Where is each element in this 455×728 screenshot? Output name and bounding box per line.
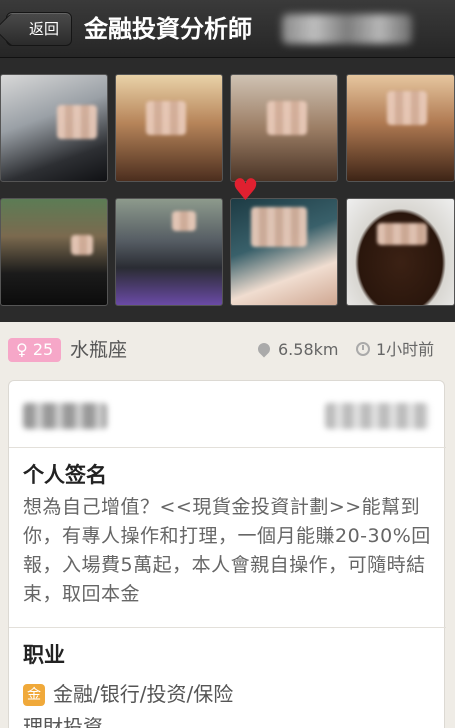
redacted-name-blur	[282, 14, 412, 44]
distance-info: 6.58km	[255, 338, 339, 362]
divider	[9, 627, 446, 628]
photo-thumbnail-4[interactable]	[346, 74, 455, 182]
photo-thumbnail-1[interactable]	[0, 74, 108, 182]
back-button-label: 返回	[28, 20, 59, 38]
redacted-id-blur	[23, 403, 107, 429]
divider	[9, 447, 446, 448]
photo-thumbnail-2[interactable]	[115, 74, 223, 182]
job-category: 金融/银行/投资/保险	[53, 682, 234, 706]
last-active-value: 1小时前	[376, 340, 435, 359]
heart-sticker-icon: ♥	[232, 173, 259, 208]
female-icon: ♀	[16, 340, 28, 359]
location-pin-icon	[255, 340, 273, 358]
profile-detail-card: 个人签名 想為自己增值？<<現貨金投資計劃>>能幫到你，有專人操作和打理，一個月…	[8, 380, 446, 728]
photo-gallery: ♥	[0, 58, 455, 322]
job-title: 理財投資	[23, 715, 103, 728]
photo-thumbnail-7[interactable]	[230, 198, 338, 306]
nav-bar: 返回 金融投資分析師	[0, 0, 455, 58]
job-category-icon: 金	[23, 684, 45, 706]
zodiac-sign: 水瓶座	[70, 339, 128, 361]
redacted-number-blur	[325, 403, 429, 429]
last-active-info: 1小时前	[356, 338, 434, 362]
back-button[interactable]: 返回	[6, 12, 72, 46]
profile-info-bar: ♀ 25 水瓶座 6.58km 1小时前	[0, 322, 455, 380]
gender-age-badge: ♀ 25	[8, 338, 62, 362]
signature-heading: 个人签名	[23, 463, 107, 487]
photo-thumbnail-6[interactable]	[115, 198, 223, 306]
signature-text: 想為自己增值？<<現貨金投資計劃>>能幫到你，有專人操作和打理，一個月能賺20-…	[23, 496, 431, 605]
page-title: 金融投資分析師	[84, 15, 252, 43]
photo-thumbnail-3[interactable]	[230, 74, 338, 182]
distance-value: 6.58km	[278, 340, 339, 359]
job-heading: 职业	[23, 643, 65, 667]
age-value: 25	[32, 340, 54, 359]
photo-thumbnail-5[interactable]	[0, 198, 108, 306]
photo-thumbnail-8[interactable]	[346, 198, 455, 306]
clock-icon	[356, 342, 370, 356]
